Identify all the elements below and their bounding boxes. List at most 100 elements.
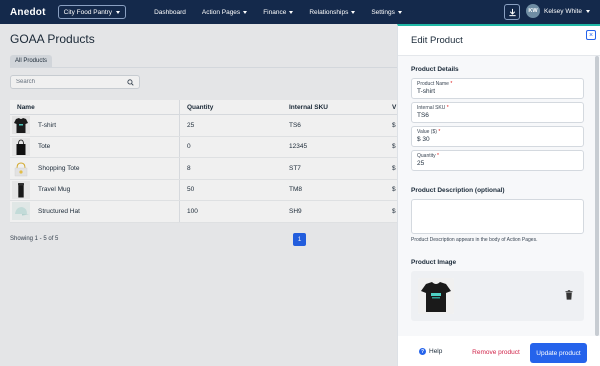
product-name-field[interactable]: Product Name * T-shirt bbox=[411, 78, 584, 99]
product-name: T-shirt bbox=[38, 121, 57, 129]
column-header-label: V bbox=[392, 103, 397, 111]
help-link[interactable]: ? Help bbox=[419, 348, 442, 355]
required-mark: * bbox=[438, 129, 441, 135]
user-menu[interactable]: KW Kelsey White bbox=[526, 4, 590, 18]
hat-thumbnail bbox=[12, 202, 30, 221]
nav-menu: Dashboard Action Pages Finance Relations… bbox=[146, 9, 410, 16]
field-value: $ 30 bbox=[417, 136, 430, 143]
product-name: Shopping Tote bbox=[38, 164, 80, 172]
cell-name: Shopping Tote bbox=[10, 158, 180, 179]
search-icon[interactable] bbox=[127, 78, 134, 86]
org-select[interactable]: City Food Pantry bbox=[57, 5, 127, 19]
nav-item-label: Finance bbox=[263, 8, 287, 16]
cell-quantity: 100 bbox=[187, 207, 198, 215]
nav-item-label: Relationships bbox=[309, 8, 349, 16]
page-button-1[interactable]: 1 bbox=[293, 233, 306, 246]
field-label: Quantity * bbox=[417, 153, 578, 159]
download-button[interactable] bbox=[504, 4, 520, 20]
chevron-down-icon bbox=[351, 10, 356, 14]
panel-title: Edit Product bbox=[411, 35, 463, 46]
product-image-thumbnail[interactable] bbox=[418, 278, 454, 314]
field-value: TS6 bbox=[417, 112, 429, 119]
description-helper-text: Product Description appears in the body … bbox=[411, 237, 538, 243]
nav-item-action-pages[interactable]: Action Pages bbox=[194, 9, 255, 16]
internal-sku-field[interactable]: Internal SKU * TS6 bbox=[411, 102, 584, 123]
remove-product-button[interactable]: Remove product bbox=[466, 343, 526, 361]
products-table: Name Quantity Internal SKU V T-shirt 25 … bbox=[10, 100, 400, 223]
field-label: Value ($) * bbox=[417, 129, 578, 135]
cell-name: T-shirt bbox=[10, 115, 180, 136]
travel-mug-thumbnail bbox=[12, 180, 30, 199]
nav-item-finance[interactable]: Finance bbox=[255, 9, 301, 16]
tab-divider bbox=[10, 67, 400, 68]
trash-icon[interactable] bbox=[565, 290, 573, 300]
column-header-label: Internal SKU bbox=[289, 103, 329, 111]
nav-item-dashboard[interactable]: Dashboard bbox=[146, 9, 194, 16]
nav-item-relationships[interactable]: Relationships bbox=[301, 9, 363, 16]
table-row[interactable]: Shopping Tote 8 ST7 $ bbox=[10, 158, 400, 180]
product-details-title: Product Details bbox=[411, 66, 459, 73]
field-label: Product Name * bbox=[417, 81, 578, 87]
user-name: Kelsey White bbox=[544, 7, 582, 15]
description-textarea[interactable] bbox=[411, 199, 584, 234]
table-row[interactable]: Tote 0 12345 $ bbox=[10, 136, 400, 158]
column-header-label: Quantity bbox=[187, 103, 214, 111]
table-row[interactable]: Travel Mug 50 TM8 $ bbox=[10, 179, 400, 201]
chevron-down-icon bbox=[585, 9, 590, 13]
field-label-text: Value ($) bbox=[417, 129, 437, 135]
cell-quantity: 25 bbox=[187, 121, 195, 129]
table-row[interactable]: Structured Hat 100 SH9 $ bbox=[10, 201, 400, 223]
required-mark: * bbox=[446, 105, 449, 111]
logo[interactable]: Anedot bbox=[10, 7, 46, 18]
column-header-label: Name bbox=[17, 103, 35, 111]
cell-quantity: 0 bbox=[187, 143, 191, 151]
quantity-field[interactable]: Quantity * 25 bbox=[411, 150, 584, 171]
column-header-quantity[interactable]: Quantity bbox=[180, 100, 282, 114]
chevron-down-icon bbox=[397, 10, 402, 14]
panel-body: Product Details Product Name * T-shirt I… bbox=[398, 56, 600, 336]
field-label-text: Internal SKU bbox=[417, 105, 446, 111]
chevron-down-icon bbox=[289, 10, 294, 14]
field-value: 25 bbox=[417, 160, 425, 167]
cell-quantity: 8 bbox=[187, 164, 191, 172]
panel-header: Edit Product bbox=[398, 26, 600, 56]
nav-item-label: Dashboard bbox=[154, 8, 186, 16]
description-title: Product Description (optional) bbox=[411, 187, 505, 194]
page-title: GOAA Products bbox=[10, 32, 95, 46]
chevron-down-icon bbox=[116, 10, 121, 14]
field-label-text: Product Name bbox=[417, 81, 449, 87]
column-header-sku[interactable]: Internal SKU bbox=[282, 100, 385, 114]
nav-item-settings[interactable]: Settings bbox=[363, 9, 410, 16]
field-value: T-shirt bbox=[417, 88, 436, 95]
table-row[interactable]: T-shirt 25 TS6 $ bbox=[10, 115, 400, 137]
download-icon bbox=[508, 8, 516, 16]
panel-scrollbar[interactable] bbox=[595, 56, 599, 336]
tshirt-thumbnail bbox=[12, 116, 30, 135]
cell-name: Structured Hat bbox=[10, 201, 180, 222]
field-label: Internal SKU * bbox=[417, 105, 578, 111]
nav-item-label: Settings bbox=[371, 8, 395, 16]
value-field[interactable]: Value ($) * $ 30 bbox=[411, 126, 584, 147]
nav-item-label: Action Pages bbox=[201, 8, 241, 16]
table-header: Name Quantity Internal SKU V bbox=[10, 100, 400, 115]
cell-sku: ST7 bbox=[289, 164, 301, 172]
close-icon: × bbox=[588, 31, 594, 39]
cell-name: Travel Mug bbox=[10, 179, 180, 200]
field-label-text: Quantity bbox=[417, 153, 436, 159]
required-mark: * bbox=[450, 81, 453, 87]
cell-quantity: 50 bbox=[187, 186, 195, 194]
column-header-name[interactable]: Name bbox=[10, 100, 180, 114]
close-button[interactable]: × bbox=[586, 30, 596, 40]
product-name: Tote bbox=[38, 143, 51, 151]
search-input[interactable] bbox=[16, 79, 116, 85]
tote-thumbnail bbox=[12, 137, 30, 156]
top-nav: Anedot City Food Pantry Dashboard Action… bbox=[0, 0, 600, 24]
cell-sku: 12345 bbox=[289, 143, 308, 151]
tab-all-products[interactable]: All Products bbox=[10, 55, 53, 67]
product-name: Structured Hat bbox=[38, 207, 80, 215]
chevron-down-icon bbox=[243, 10, 248, 14]
product-image-box bbox=[411, 271, 584, 321]
help-icon: ? bbox=[419, 348, 426, 355]
help-label: Help bbox=[429, 348, 443, 355]
update-product-button[interactable]: Update product bbox=[530, 343, 587, 363]
